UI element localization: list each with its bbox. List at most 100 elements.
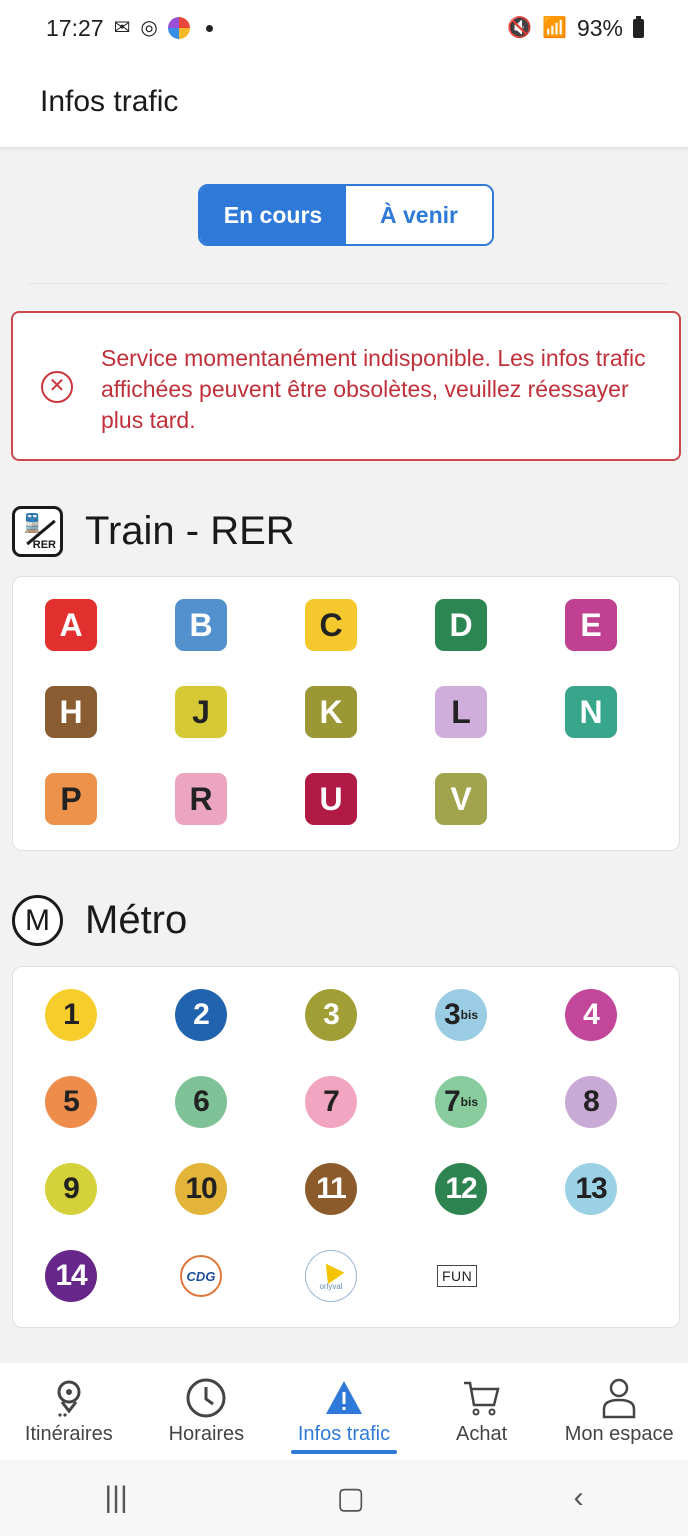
metro-line-number: 10: [185, 1172, 217, 1205]
metro-line-number: 7: [443, 1085, 461, 1118]
rer-line-cell[interactable]: C: [293, 599, 423, 686]
nav-item-itineraires[interactable]: Itinéraires: [0, 1363, 138, 1460]
rer-line-cell[interactable]: L: [423, 686, 553, 773]
metro-line-badge-3[interactable]: 3: [305, 989, 357, 1041]
rer-line-badge-d[interactable]: D: [435, 599, 487, 651]
rer-line-cell[interactable]: P: [33, 773, 163, 860]
tab-a-venir[interactable]: À venir: [346, 186, 492, 244]
metro-line-badge-10[interactable]: 10: [175, 1163, 227, 1215]
nav-item-horaires[interactable]: Horaires: [138, 1363, 276, 1460]
nav-item-mon-espace[interactable]: Mon espace: [550, 1363, 688, 1460]
metro-line-cell[interactable]: 14: [33, 1250, 163, 1337]
metro-line-cell[interactable]: 10: [163, 1163, 293, 1250]
rer-line-badge-l[interactable]: L: [435, 686, 487, 738]
rer-line-badge-v[interactable]: V: [435, 773, 487, 825]
metro-line-cell[interactable]: 1: [33, 989, 163, 1076]
rer-line-cell[interactable]: K: [293, 686, 423, 773]
status-bar: 17:27 ✉ ◎ 🔇 📶 93%: [0, 0, 688, 56]
metro-lines-card: 1 2 3 3 bis 4 5 6 7 7 bis 8 9 10 11 12 13 14 CDG orlyval FUN: [12, 966, 680, 1328]
metro-line-badge-8[interactable]: 8: [565, 1076, 617, 1128]
metro-line-cell[interactable]: 13: [553, 1163, 683, 1250]
rer-line-badge-b[interactable]: B: [175, 599, 227, 651]
metro-line-cell[interactable]: 7: [293, 1076, 423, 1163]
mute-icon: 🔇: [507, 17, 533, 39]
rer-line-cell[interactable]: B: [163, 599, 293, 686]
metro-line-cell[interactable]: 11: [293, 1163, 423, 1250]
more-notifications-icon: [205, 24, 213, 32]
nav-item-infos-trafic[interactable]: Infos trafic: [275, 1363, 413, 1460]
traffic-tabs: En cours À venir: [198, 184, 494, 246]
rer-line-cell[interactable]: D: [423, 599, 553, 686]
metro-line-cell[interactable]: 6: [163, 1076, 293, 1163]
metro-line-cell[interactable]: 3 bis: [423, 989, 553, 1076]
warning-icon: [324, 1377, 364, 1419]
metro-line-number: 11: [316, 1172, 347, 1205]
page-title: Infos trafic: [40, 84, 179, 118]
metro-line-badge-4[interactable]: 4: [565, 989, 617, 1041]
recent-apps-icon[interactable]: |||: [104, 1481, 127, 1515]
rer-line-badge-k[interactable]: K: [305, 686, 357, 738]
rer-line-badge-n[interactable]: N: [565, 686, 617, 738]
rer-line-badge-j[interactable]: J: [175, 686, 227, 738]
metro-line-badge-7[interactable]: 7: [305, 1076, 357, 1128]
metro-line-cell[interactable]: 4: [553, 989, 683, 1076]
metro-section-header: M Métro: [12, 895, 187, 946]
rer-line-badge-u[interactable]: U: [305, 773, 357, 825]
metro-line-cell[interactable]: 7 bis: [423, 1076, 553, 1163]
tab-en-cours[interactable]: En cours: [200, 186, 346, 244]
back-icon[interactable]: ‹: [574, 1481, 584, 1515]
cart-icon: [462, 1377, 502, 1419]
metro-line-cell[interactable]: 12: [423, 1163, 553, 1250]
metro-line-number: 3: [443, 998, 461, 1031]
metro-line-number: 2: [193, 998, 210, 1031]
metro-line-badge-11[interactable]: 11: [305, 1163, 357, 1215]
metro-line-cell[interactable]: 3: [293, 989, 423, 1076]
battery-percent: 93%: [576, 14, 623, 41]
home-icon[interactable]: ▢: [337, 1481, 365, 1516]
metro-line-badge-7bis[interactable]: 7 bis: [435, 1076, 487, 1128]
metro-line-badge-14[interactable]: 14: [45, 1250, 97, 1302]
rer-line-badge-e[interactable]: E: [565, 599, 617, 651]
metro-line-badge-12[interactable]: 12: [435, 1163, 487, 1215]
metro-line-badge-2[interactable]: 2: [175, 989, 227, 1041]
metro-line-number: 4: [583, 998, 600, 1031]
orlyval-badge[interactable]: orlyval: [305, 1250, 357, 1302]
metro-line-cell[interactable]: orlyval: [293, 1250, 423, 1337]
funicular-badge[interactable]: FUN: [437, 1265, 478, 1287]
nav-label: Mon espace: [564, 1423, 674, 1445]
cdgval-badge[interactable]: CDG: [180, 1255, 222, 1297]
rer-line-badge-c[interactable]: C: [305, 599, 357, 651]
metro-line-cell[interactable]: FUN: [423, 1250, 553, 1337]
rer-line-cell[interactable]: E: [553, 599, 683, 686]
metro-line-badge-9[interactable]: 9: [45, 1163, 97, 1215]
rer-line-cell[interactable]: A: [33, 599, 163, 686]
rer-line-badge-h[interactable]: H: [45, 686, 97, 738]
rer-line-cell[interactable]: N: [553, 686, 683, 773]
rer-line-cell[interactable]: R: [163, 773, 293, 860]
status-right: 🔇 📶 93%: [507, 15, 644, 42]
nav-label: Infos trafic: [297, 1423, 391, 1445]
metro-section-title: Métro: [85, 898, 188, 942]
nav-item-achat[interactable]: Achat: [413, 1363, 551, 1460]
metro-line-badge-13[interactable]: 13: [565, 1163, 617, 1215]
rer-lines-card: A B C D E H J K L N P R U V: [12, 576, 680, 851]
metro-line-badge-5[interactable]: 5: [45, 1076, 97, 1128]
metro-line-badge-3bis[interactable]: 3 bis: [435, 989, 487, 1041]
nav-label: Achat: [456, 1423, 508, 1445]
metro-line-badge-6[interactable]: 6: [175, 1076, 227, 1128]
metro-line-cell[interactable]: 2: [163, 989, 293, 1076]
metro-line-badge-1[interactable]: 1: [45, 989, 97, 1041]
rer-line-badge-p[interactable]: P: [45, 773, 97, 825]
metro-line-cell[interactable]: CDG: [163, 1250, 293, 1337]
status-time: 17:27: [46, 14, 104, 41]
metro-line-cell[interactable]: 5: [33, 1076, 163, 1163]
rer-line-cell[interactable]: J: [163, 686, 293, 773]
metro-line-cell[interactable]: 8: [553, 1076, 683, 1163]
map-pin-icon: [52, 1377, 86, 1419]
rer-line-cell[interactable]: H: [33, 686, 163, 773]
metro-line-cell[interactable]: 9: [33, 1163, 163, 1250]
rer-line-badge-a[interactable]: A: [45, 599, 97, 651]
rer-line-cell[interactable]: V: [423, 773, 553, 860]
rer-line-badge-r[interactable]: R: [175, 773, 227, 825]
rer-line-cell[interactable]: U: [293, 773, 423, 860]
